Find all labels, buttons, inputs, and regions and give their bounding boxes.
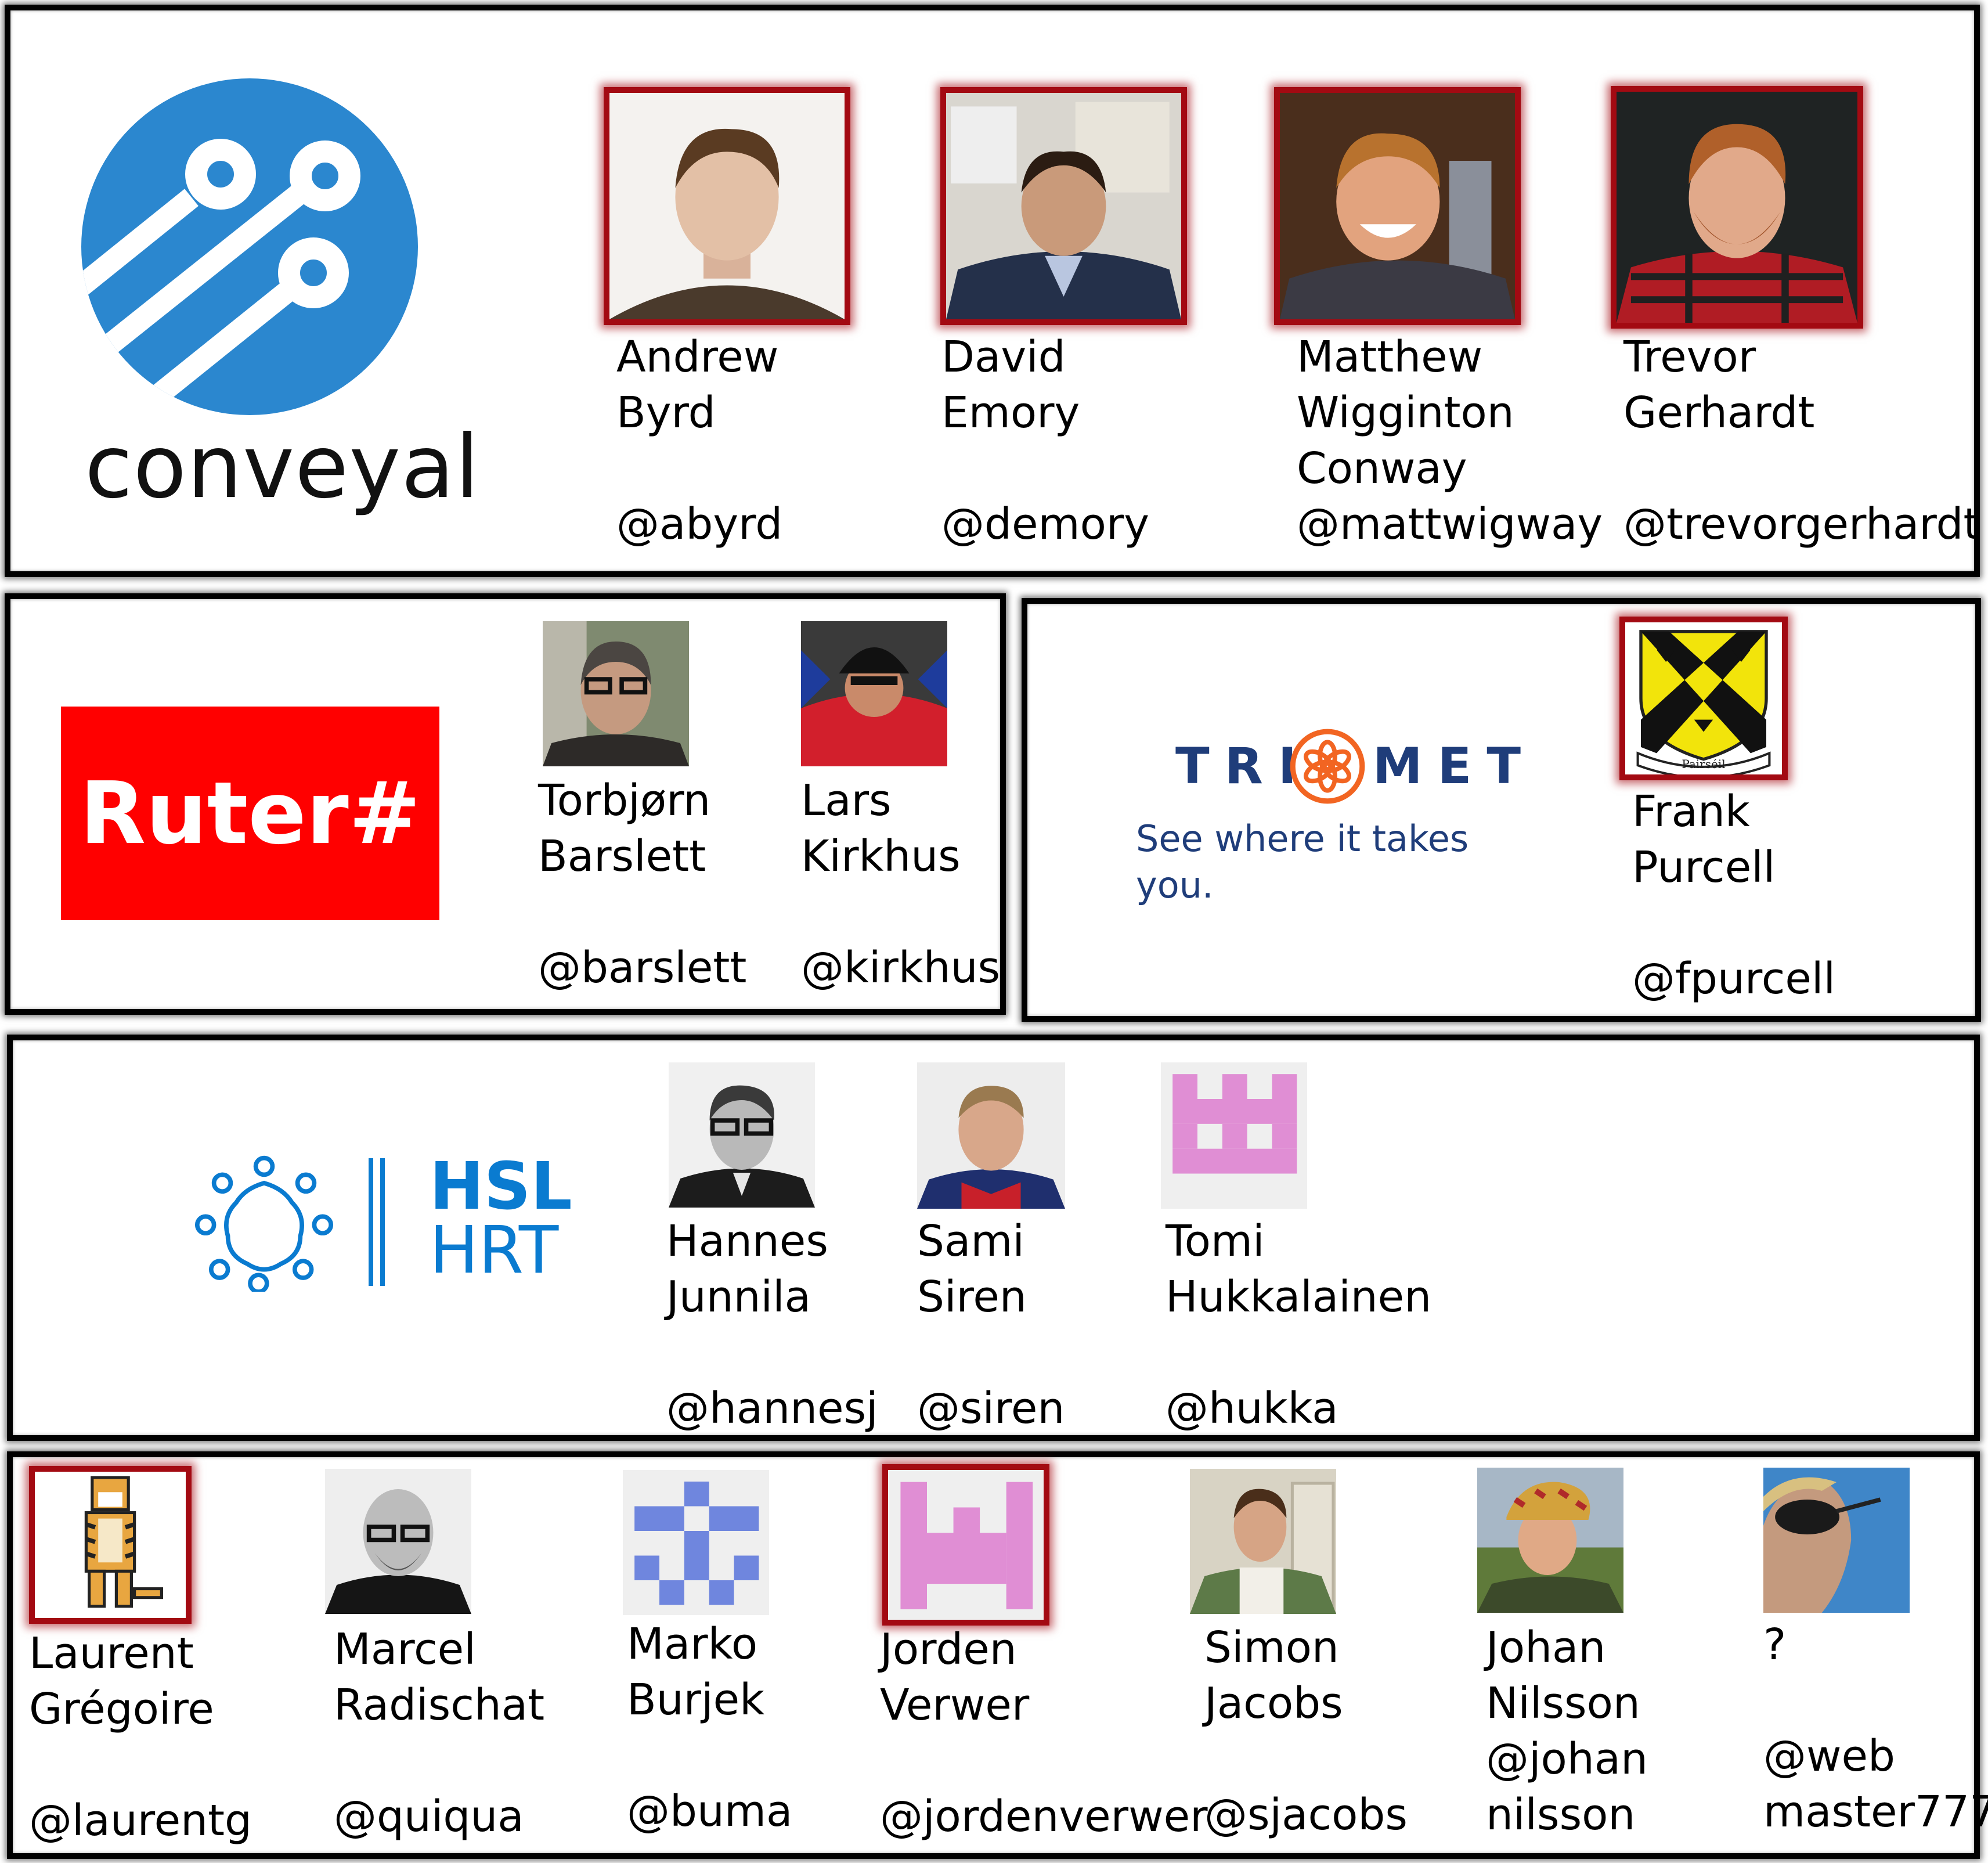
name-jorden-verwer: Jorden Verwer @jordenverwer bbox=[880, 1621, 1208, 1844]
name-frank-purcell: Frank Purcell @fpurcell bbox=[1632, 784, 1835, 1007]
handle-webmaster777-part2[interactable]: master777 bbox=[1763, 1784, 1988, 1840]
trimet-wordmark-right: MET bbox=[1373, 737, 1536, 795]
name-trevor-gerhardt: Trevor Gerhardt @trevorgerhardt bbox=[1623, 329, 1980, 552]
ruter-logo: Ruter# bbox=[61, 707, 439, 920]
avatar-lars-kirkhus bbox=[801, 621, 947, 766]
avatar-frank-purcell: Pairséil bbox=[1619, 617, 1788, 780]
handle-kirkhus[interactable]: @kirkhus bbox=[801, 940, 1000, 996]
avatar-matthew-conway bbox=[1274, 87, 1521, 325]
name-david-emory: David Emory @demory bbox=[941, 329, 1149, 552]
conveyal-logo: conveyal bbox=[81, 73, 479, 537]
handle-fpurcell[interactable]: @fpurcell bbox=[1632, 951, 1835, 1007]
portrait-photo-icon bbox=[1617, 92, 1857, 323]
avatar-simon-jacobs bbox=[1190, 1469, 1336, 1614]
name-matthew-conway: Matthew Wigginton Conway @mattwigway bbox=[1297, 329, 1603, 552]
portrait-photo-icon bbox=[1477, 1468, 1623, 1613]
handle-barslett[interactable]: @barslett bbox=[538, 940, 746, 996]
handle-johannilsson-part1[interactable]: @johan bbox=[1486, 1731, 1648, 1787]
hsl-divider bbox=[369, 1158, 373, 1286]
hsl-logo: HSL HRT bbox=[194, 1152, 589, 1292]
avatar-hannes-junnila bbox=[669, 1062, 815, 1208]
handle-siren[interactable]: @siren bbox=[917, 1381, 1065, 1436]
hsl-ring-icon bbox=[194, 1155, 334, 1292]
avatar-marcel-radischat bbox=[325, 1469, 471, 1614]
avatar-jorden-verwer bbox=[882, 1464, 1049, 1626]
name-marcel-radischat: Marcel Radischat @quiqua bbox=[334, 1621, 544, 1844]
hsl-wordmark-line2: HRT bbox=[430, 1213, 559, 1288]
handle-quiqua[interactable]: @quiqua bbox=[334, 1789, 544, 1844]
avatar-tomi-hukkalainen bbox=[1161, 1062, 1307, 1209]
cyclist-photo-icon bbox=[801, 621, 947, 766]
hsl-wordmark-line1: HSL bbox=[430, 1149, 572, 1224]
handle-mattwigway[interactable]: @mattwigway bbox=[1297, 496, 1603, 552]
avatar-sami-siren bbox=[917, 1062, 1065, 1209]
conveyal-logo-icon bbox=[81, 78, 418, 415]
identicon-icon bbox=[888, 1470, 1044, 1620]
portrait-photo-icon bbox=[325, 1469, 471, 1614]
handle-hukka[interactable]: @hukka bbox=[1166, 1381, 1431, 1436]
handle-hannesj[interactable]: @hannesj bbox=[666, 1381, 878, 1436]
name-torbjorn-barslett: Torbjørn Barslett @barslett bbox=[538, 773, 746, 996]
avatar-torbjorn-barslett bbox=[543, 621, 689, 766]
handle-jordenverwer[interactable]: @jordenverwer bbox=[880, 1789, 1208, 1844]
avatar-webmaster777 bbox=[1763, 1468, 1910, 1613]
name-hannes-junnila: Hannes Junnila @hannesj bbox=[666, 1213, 878, 1436]
name-webmaster777: ? @web master777 bbox=[1763, 1617, 1988, 1840]
handle-sjacobs[interactable]: @sjacobs bbox=[1204, 1787, 1408, 1843]
identicon-icon bbox=[623, 1470, 769, 1615]
name-simon-jacobs: Simon Jacobs @sjacobs bbox=[1204, 1620, 1408, 1843]
avatar-johan-nilsson bbox=[1477, 1468, 1623, 1613]
name-sami-siren: Sami Siren @siren bbox=[917, 1213, 1065, 1436]
avatar-marko-burjek bbox=[623, 1470, 769, 1615]
name-andrew-byrd: Andrew Byrd @abyrd bbox=[616, 329, 782, 552]
name-lars-kirkhus: Lars Kirkhus @kirkhus bbox=[801, 773, 1000, 996]
handle-laurentg[interactable]: @laurentg bbox=[29, 1793, 252, 1848]
handle-demory[interactable]: @demory bbox=[941, 496, 1149, 552]
name-marko-burjek: Marko Burjek @buma bbox=[627, 1616, 792, 1839]
handle-johannilsson-part2[interactable]: nilsson bbox=[1486, 1787, 1648, 1843]
portrait-photo-icon bbox=[1280, 93, 1515, 319]
portrait-photo-icon bbox=[1190, 1469, 1336, 1614]
trimet-logo: TRI MET See where it takes you. bbox=[1135, 729, 1541, 906]
hsl-divider bbox=[380, 1158, 385, 1286]
trimet-tagline: See where it takes you. bbox=[1136, 817, 1469, 906]
portrait-photo-icon bbox=[946, 93, 1181, 319]
avatar-laurent-gregoire bbox=[29, 1466, 192, 1624]
sunglasses-photo-icon bbox=[1763, 1468, 1910, 1613]
trimet-swirl-icon bbox=[1290, 729, 1365, 804]
handle-buma[interactable]: @buma bbox=[627, 1783, 792, 1839]
name-johan-nilsson: Johan Nilsson @johan nilsson bbox=[1486, 1620, 1648, 1843]
name-laurent-gregoire: Laurent Grégoire @laurentg bbox=[29, 1626, 252, 1848]
avatar-trevor-gerhardt bbox=[1611, 86, 1863, 329]
name-tomi-hukkalainen: Tomi Hukkalainen @hukka bbox=[1166, 1213, 1431, 1436]
coat-of-arms-icon bbox=[1625, 622, 1782, 774]
handle-trevorgerhardt[interactable]: @trevorgerhardt bbox=[1623, 496, 1980, 552]
portrait-photo-icon bbox=[917, 1062, 1065, 1209]
handle-abyrd[interactable]: @abyrd bbox=[616, 496, 782, 552]
pixel-tiger-icon bbox=[35, 1472, 186, 1618]
portrait-photo-icon bbox=[669, 1062, 815, 1208]
portrait-photo-icon bbox=[543, 621, 689, 766]
avatar-andrew-byrd bbox=[604, 87, 850, 325]
avatar-david-emory bbox=[940, 87, 1187, 325]
handle-webmaster777-part1[interactable]: @web bbox=[1763, 1728, 1988, 1784]
portrait-photo-icon bbox=[609, 93, 845, 319]
crest-motto: Pairséil bbox=[1682, 757, 1726, 771]
ruter-wordmark: Ruter# bbox=[80, 763, 421, 863]
identicon-icon bbox=[1161, 1062, 1307, 1209]
conveyal-wordmark: conveyal bbox=[85, 417, 480, 518]
